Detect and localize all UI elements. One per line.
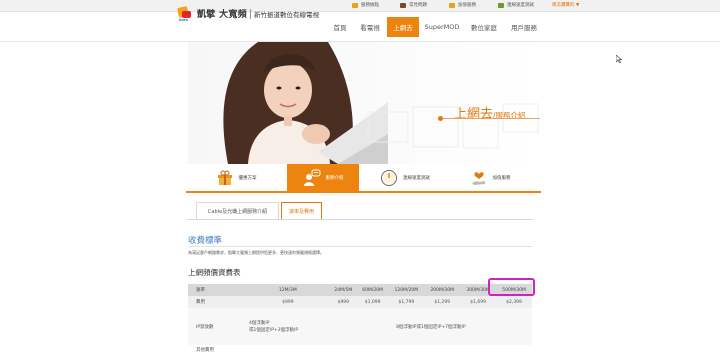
- feature-speed-test[interactable]: 連線速度測試: [360, 164, 450, 191]
- feature-value-added[interactable]: 加值服務: [445, 164, 535, 191]
- row-label: IP發放數: [188, 308, 246, 345]
- faq-link[interactable]: 常見問題: [400, 2, 427, 8]
- price-cell: $1,099: [356, 296, 389, 308]
- header-cell: 120M/20M: [388, 284, 425, 296]
- table-row: 費用 $999 $999 $1,099 $1,799 $1,299 $1,699…: [188, 296, 532, 308]
- header-cell: 12M/3M: [246, 284, 330, 296]
- speed-icon: [498, 2, 504, 8]
- service-location-link[interactable]: 服務據點: [352, 2, 379, 8]
- account-menu[interactable]: 南瓜寶寶的 ▼: [552, 2, 579, 8]
- ip-cell-merged: 8個浮動IP或1個固定IP+7個浮動IP: [329, 308, 532, 345]
- price-cell: $1,299: [424, 296, 461, 308]
- price-table: 速率 12M/3M 24M/5M 60M/20M 120M/20M 200M/3…: [188, 284, 532, 355]
- header-cell: 200M/30M: [424, 284, 461, 296]
- section-title: 收費標準: [188, 236, 223, 246]
- section-divider: [188, 246, 532, 247]
- nav-digital-home[interactable]: 數位家庭: [465, 17, 503, 37]
- nav-supermod[interactable]: SuperMOD: [420, 17, 464, 37]
- feature-promotions[interactable]: 優惠方案: [186, 164, 286, 191]
- price-cell: $1,699: [460, 296, 497, 308]
- location-icon: [352, 2, 358, 8]
- hero-title: 上網去/服務介紹: [454, 107, 526, 122]
- price-cell: $1,799: [388, 296, 425, 308]
- section-note: 為滿足客戶網路需求，凱擘大寬頻上網提供您更多、更快速的頻寬規格選擇。: [188, 250, 324, 255]
- hero-dot: [438, 116, 443, 121]
- empty-cell: [246, 345, 532, 355]
- price-cell: $999: [246, 296, 330, 308]
- nav-tv[interactable]: 看電視: [354, 17, 386, 37]
- table-row: 其他費用: [188, 345, 532, 355]
- mouse-pointer-icon: [616, 55, 622, 63]
- hand-heart-icon: [471, 171, 485, 185]
- speedometer-icon: [381, 169, 397, 186]
- header-cell: 24M/5M: [329, 284, 357, 296]
- feature-underline: [186, 191, 541, 193]
- tab-rates[interactable]: 速率及費用: [281, 202, 322, 220]
- hero-underline: [440, 118, 540, 119]
- logo-brand: 凱擘 大寬頻: [197, 10, 247, 20]
- row-label: 費用: [188, 296, 246, 308]
- speed-test-link[interactable]: 連線速度測試: [498, 2, 534, 8]
- table-row: IP發放數 4個浮動IP 或1個固定IP+3個浮動IP 8個浮動IP或1個固定I…: [188, 308, 532, 345]
- site-logo[interactable]: kbro 凱擘 大寬頻 新竹振道數位有線電視: [177, 6, 319, 22]
- header-cell: 60M/20M: [356, 284, 389, 296]
- highlight-box: [488, 278, 535, 296]
- gift-box-icon: [217, 170, 232, 185]
- table-header-row: 速率 12M/3M 24M/5M 60M/20M 120M/20M 200M/3…: [188, 284, 532, 296]
- header-cell: 速率: [188, 284, 246, 296]
- tab-service-intro[interactable]: Cable及光纖上網服務介紹: [196, 202, 279, 220]
- kbro-logo-icon: kbro: [177, 6, 193, 22]
- price-cell: $2,399: [496, 296, 532, 308]
- ip-cell: 4個浮動IP 或1個固定IP+3個浮動IP: [246, 308, 330, 345]
- nav-home[interactable]: 首頁: [326, 17, 354, 37]
- logo-tagline: 新竹振道數位有線電視: [249, 8, 319, 19]
- nav-customer-service[interactable]: 用戶服務: [505, 17, 543, 37]
- row-label: 其他費用: [188, 345, 246, 355]
- value-added-link[interactable]: 加值服務: [449, 2, 476, 8]
- price-cell: $999: [329, 296, 357, 308]
- gift-icon: [449, 2, 455, 8]
- feature-service-intro[interactable]: 服務介紹: [287, 164, 359, 191]
- tabs-divider: [187, 219, 533, 220]
- nav-internet[interactable]: 上網去: [387, 17, 419, 37]
- book-icon: [400, 2, 406, 8]
- person-chat-icon: [303, 169, 320, 186]
- table-title: 上網頻價資費表: [188, 268, 241, 277]
